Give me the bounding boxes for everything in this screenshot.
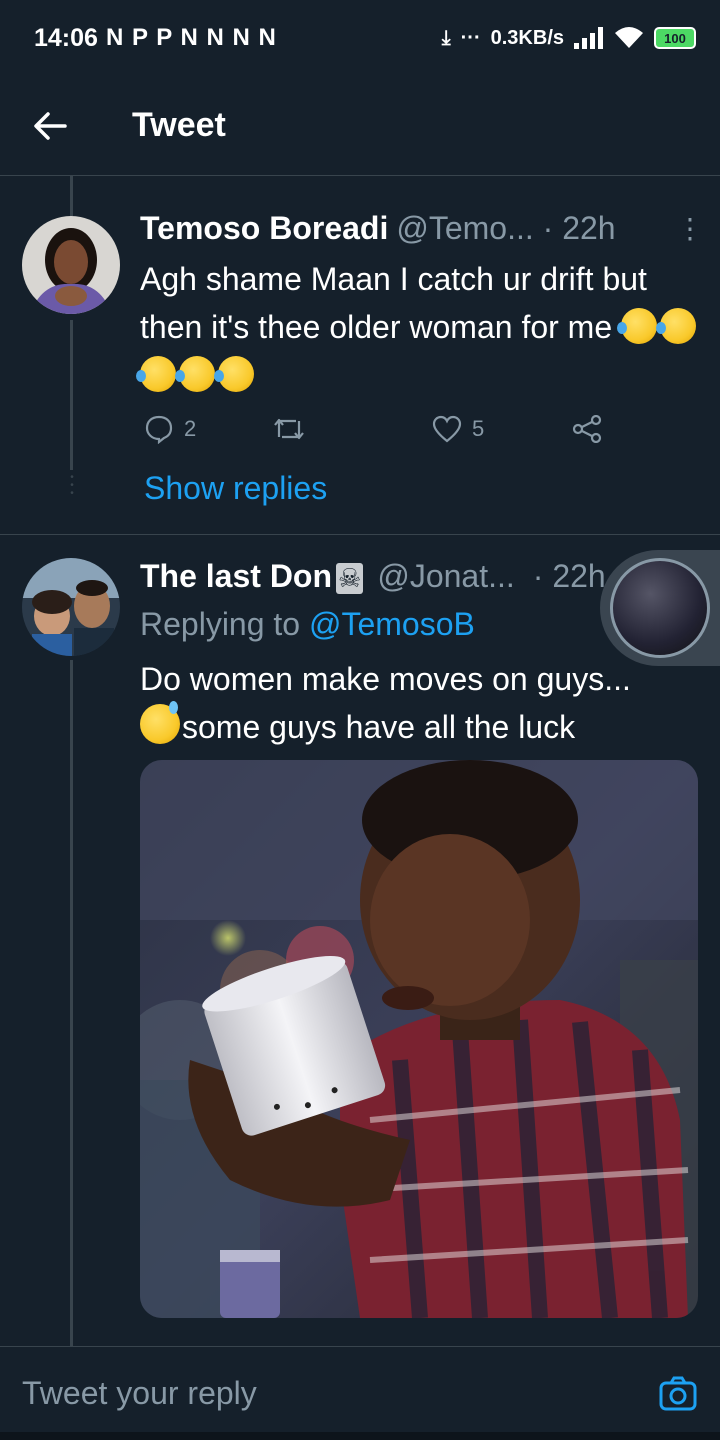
tweet-text: Do women make moves on guys... some guys…	[140, 655, 700, 751]
more-options-button[interactable]: ⋮	[676, 212, 704, 245]
reply-input[interactable]: Tweet your reply	[22, 1375, 658, 1412]
notification-icons: N P P N N N N	[105, 24, 277, 51]
timestamp: · 22h	[532, 558, 606, 594]
rofl-emoji-icon	[214, 356, 254, 392]
mention-link[interactable]: @TemosoB	[309, 606, 475, 642]
like-button[interactable]: 5	[432, 415, 572, 443]
skull-icon: ☠	[336, 563, 364, 594]
rofl-emoji-icon	[175, 356, 215, 392]
status-bar: 14:06 N P P N N N N ⤓ ··· 0.3KB/s 100	[0, 0, 720, 76]
share-icon	[572, 415, 602, 443]
handle[interactable]: @Jonat...	[377, 558, 514, 595]
avatar[interactable]	[22, 216, 120, 314]
camera-icon[interactable]	[658, 1374, 698, 1414]
tweet-text-line-1: Do women make moves on guys...	[140, 661, 631, 697]
tweet-actions: 2 5	[144, 414, 614, 444]
more-dots-icon: ···	[460, 26, 481, 49]
rofl-emoji-icon	[656, 308, 697, 344]
tweet-text-line-2-content: some guys have all the luck	[182, 709, 576, 745]
share-button[interactable]	[572, 415, 602, 443]
tweet-text-line-2: some guys have all the luck	[140, 701, 700, 751]
display-name[interactable]: The last Don	[140, 558, 332, 595]
reply-button[interactable]: 2	[144, 414, 272, 444]
rofl-emoji-icon	[136, 356, 176, 392]
retweet-icon	[274, 418, 304, 440]
wifi-icon	[615, 27, 643, 48]
tweet-divider	[0, 534, 720, 535]
retweet-button[interactable]	[272, 415, 432, 443]
system-nav-bar	[0, 1432, 720, 1440]
speech-bubble-icon	[145, 415, 173, 444]
profile-photo	[22, 558, 120, 656]
tweet-text: Agh shame Maan I catch ur drift but then…	[136, 255, 700, 399]
reply-composer: Tweet your reply	[0, 1346, 720, 1440]
back-button[interactable]	[0, 76, 100, 176]
thread-ellipsis: • • •	[70, 472, 74, 499]
sweat-smile-emoji-icon	[140, 701, 180, 744]
rofl-emoji-icon	[617, 308, 658, 344]
tweet-header: The last Don ☠ @Jonat... · 22h	[140, 558, 606, 595]
avatar[interactable]	[22, 558, 120, 656]
page-title: Tweet	[132, 106, 226, 144]
show-replies-link[interactable]: Show replies	[144, 470, 327, 507]
tweet-text-content: Agh shame Maan I catch ur drift but then…	[140, 261, 647, 345]
floating-avatar-button[interactable]	[600, 550, 720, 666]
signal-icon	[574, 27, 603, 49]
net-speed: 0.3KB/s	[490, 26, 564, 49]
floating-avatar-image	[610, 558, 710, 658]
photo	[140, 760, 698, 1318]
heart-icon	[432, 415, 462, 443]
battery-icon: 100	[654, 27, 696, 49]
thread-connector-mid	[70, 320, 73, 470]
display-name[interactable]: Temoso Boreadi	[140, 210, 388, 247]
like-count: 5	[472, 416, 485, 441]
status-time: 14:06	[34, 23, 98, 52]
reply-count: 2	[184, 416, 197, 441]
top-app-bar: Tweet	[0, 76, 720, 176]
tweet-media-image[interactable]	[140, 760, 698, 1318]
thread-connector-bottom	[70, 660, 73, 1346]
replying-to-label: Replying to	[140, 606, 301, 642]
download-icon: ⤓	[441, 26, 451, 49]
status-right: ⤓ ··· 0.3KB/s 100	[442, 26, 696, 50]
replying-to: Replying to @TemosoB	[140, 606, 475, 643]
screen: 14:06 N P P N N N N ⤓ ··· 0.3KB/s 100 Tw…	[0, 0, 720, 1440]
status-left: 14:06 N P P N N N N	[34, 24, 277, 53]
profile-photo	[22, 216, 120, 314]
thread-connector-top	[70, 176, 73, 216]
arrow-left-icon	[34, 111, 67, 140]
tweet-header: Temoso Boreadi @Temo... · 22h	[140, 210, 616, 247]
handle-and-time[interactable]: @Temo... · 22h	[396, 210, 615, 247]
